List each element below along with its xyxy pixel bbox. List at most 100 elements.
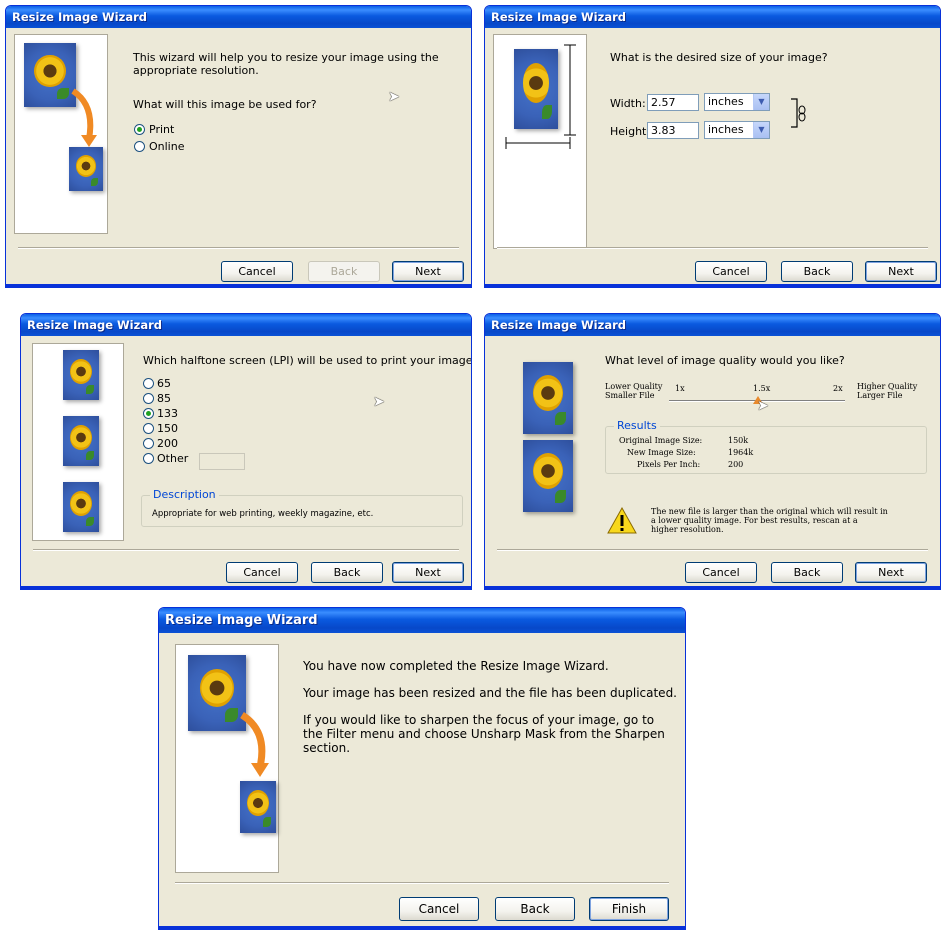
sharpen-line-1: If you would like to sharpen the focus o… xyxy=(303,713,655,727)
lpi-85-radio[interactable] xyxy=(143,393,154,404)
lpi-150-label[interactable]: 150 xyxy=(157,422,178,435)
results-title: Results xyxy=(614,419,660,432)
back-button[interactable]: Back xyxy=(308,261,380,282)
resized-image-thumbnail xyxy=(523,440,573,512)
dimension-lines-icon xyxy=(505,44,576,149)
intro-line-1: This wizard will help you to resize your… xyxy=(133,51,439,64)
cancel-button[interactable]: Cancel xyxy=(685,562,757,583)
chevron-down-icon: ▼ xyxy=(753,94,769,110)
back-button[interactable]: Back xyxy=(495,897,575,921)
height-label: Height: xyxy=(610,125,651,138)
separator xyxy=(497,549,928,551)
window-border xyxy=(159,926,685,929)
cancel-button[interactable]: Cancel xyxy=(695,261,767,282)
title-bar: Resize Image Wizard xyxy=(485,314,940,336)
window-border xyxy=(21,586,471,589)
mouse-cursor-icon: ➤ xyxy=(373,394,385,410)
next-button[interactable]: Next xyxy=(865,261,937,282)
preview-panel xyxy=(175,644,279,873)
finish-button[interactable]: Finish xyxy=(589,897,669,921)
height-unit-select[interactable]: inches ▼ xyxy=(704,121,770,139)
wizard-window-finish: Resize Image Wizard You have now complet… xyxy=(158,607,686,930)
lpi-200-radio[interactable] xyxy=(143,438,154,449)
warning-line-3: higher resolution. xyxy=(651,525,724,534)
usage-question: What will this image be used for? xyxy=(133,98,317,111)
warning-icon xyxy=(607,507,637,534)
resized-line: Your image has been resized and the file… xyxy=(303,686,677,700)
mouse-cursor-icon: ➤ xyxy=(757,398,769,414)
wizard-window-usage: Resize Image Wizard This wizard will hel… xyxy=(5,5,472,288)
ppi-value: 200 xyxy=(728,460,744,469)
width-unit-value: inches xyxy=(708,95,744,108)
wizard-window-size: Resize Image Wizard What is the desired … xyxy=(484,5,941,288)
cancel-button[interactable]: Cancel xyxy=(226,562,298,583)
constrain-proportions-link-icon[interactable] xyxy=(790,98,810,130)
halftone-65-thumbnail xyxy=(63,350,99,400)
lpi-65-label[interactable]: 65 xyxy=(157,377,171,390)
lpi-133-label[interactable]: 133 xyxy=(157,407,178,420)
lpi-150-radio[interactable] xyxy=(143,423,154,434)
next-button[interactable]: Next xyxy=(392,562,464,583)
title-bar: Resize Image Wizard xyxy=(159,608,685,633)
tick-1-5x: 1.5x xyxy=(753,384,771,393)
separator xyxy=(175,882,669,884)
title-bar: Resize Image Wizard xyxy=(485,6,940,28)
lpi-133-radio[interactable] xyxy=(143,408,154,419)
original-image-thumbnail xyxy=(523,362,573,434)
smaller-file-label: Smaller File xyxy=(605,391,655,400)
separator xyxy=(497,247,928,249)
cancel-button[interactable]: Cancel xyxy=(399,897,479,921)
quality-question: What level of image quality would you li… xyxy=(605,354,845,367)
wizard-window-halftone: Resize Image Wizard Which halftone scree… xyxy=(20,313,472,590)
halftone-133-thumbnail xyxy=(63,416,99,466)
next-button[interactable]: Next xyxy=(392,261,464,282)
lpi-question: Which halftone screen (LPI) will be used… xyxy=(143,354,472,367)
separator xyxy=(18,247,459,249)
lpi-200-label[interactable]: 200 xyxy=(157,437,178,450)
size-question: What is the desired size of your image? xyxy=(610,51,828,64)
preview-panel xyxy=(14,34,108,234)
back-button[interactable]: Back xyxy=(781,261,853,282)
online-label[interactable]: Online xyxy=(149,140,184,153)
print-label[interactable]: Print xyxy=(149,123,174,136)
arrow-icon xyxy=(71,88,97,147)
wizard-window-quality: Resize Image Wizard What level of image … xyxy=(484,313,941,590)
print-radio[interactable] xyxy=(134,124,145,135)
sharpen-line-3: section. xyxy=(303,741,351,755)
height-unit-value: inches xyxy=(708,123,744,136)
mouse-cursor-icon: ➤ xyxy=(388,89,400,105)
completion-line: You have now completed the Resize Image … xyxy=(303,659,609,673)
lpi-other-input[interactable] xyxy=(199,453,245,470)
larger-file-label: Larger File xyxy=(857,391,903,400)
separator xyxy=(33,549,459,551)
back-button[interactable]: Back xyxy=(311,562,383,583)
tick-1x: 1x xyxy=(675,384,685,393)
height-input[interactable]: 3.83 xyxy=(647,122,699,139)
original-size-value: 150k xyxy=(728,436,749,445)
preview-panel xyxy=(32,343,124,541)
lpi-other-label[interactable]: Other xyxy=(157,452,188,465)
lpi-65-radio[interactable] xyxy=(143,378,154,389)
online-radio[interactable] xyxy=(134,141,145,152)
lpi-other-radio[interactable] xyxy=(143,453,154,464)
window-border xyxy=(6,284,471,287)
window-border xyxy=(485,586,940,589)
tick-2x: 2x xyxy=(833,384,843,393)
sharpen-line-2: the Filter menu and choose Unsharp Mask … xyxy=(303,727,665,741)
back-button[interactable]: Back xyxy=(771,562,843,583)
ppi-label: Pixels Per Inch: xyxy=(637,460,701,469)
intro-line-2: appropriate resolution. xyxy=(133,64,259,77)
halftone-200-thumbnail xyxy=(63,482,99,532)
description-group: Description Appropriate for web printing… xyxy=(141,488,463,527)
next-button[interactable]: Next xyxy=(855,562,927,583)
title-bar: Resize Image Wizard xyxy=(6,6,471,28)
width-label: Width: xyxy=(610,97,646,110)
window-border xyxy=(485,284,940,287)
width-input[interactable]: 2.57 xyxy=(647,94,699,111)
chevron-down-icon: ▼ xyxy=(753,122,769,138)
cancel-button[interactable]: Cancel xyxy=(221,261,293,282)
new-size-value: 1964k xyxy=(728,448,754,457)
lpi-85-label[interactable]: 85 xyxy=(157,392,171,405)
width-unit-select[interactable]: inches ▼ xyxy=(704,93,770,111)
original-size-label: Original Image Size: xyxy=(619,436,703,445)
